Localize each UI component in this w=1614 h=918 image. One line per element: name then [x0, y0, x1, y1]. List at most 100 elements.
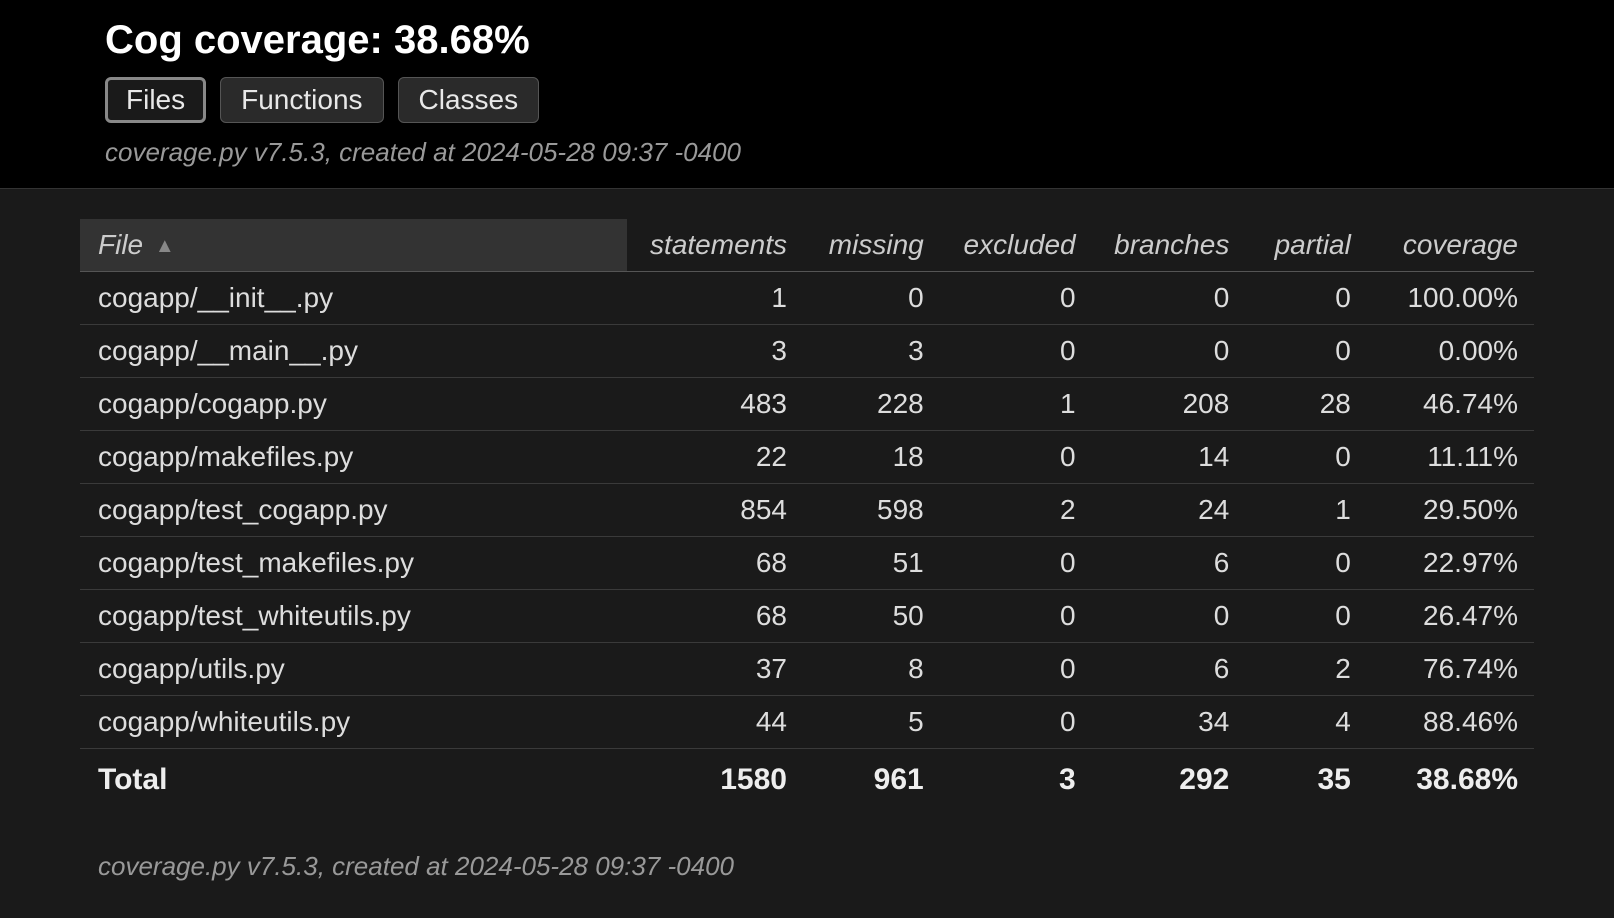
- statements-cell: 44: [627, 696, 803, 749]
- file-cell[interactable]: cogapp/test_cogapp.py: [80, 484, 627, 537]
- excluded-cell: 0: [940, 537, 1092, 590]
- excluded-cell: 1: [940, 378, 1092, 431]
- table-row: cogapp/cogapp.py48322812082846.74%: [80, 378, 1534, 431]
- statements-cell: 3: [627, 325, 803, 378]
- missing-cell: 50: [803, 590, 940, 643]
- file-link[interactable]: cogapp/__init__.py: [98, 282, 333, 313]
- file-link[interactable]: cogapp/utils.py: [98, 653, 285, 684]
- file-link[interactable]: cogapp/whiteutils.py: [98, 706, 350, 737]
- missing-cell: 0: [803, 272, 940, 325]
- statements-cell: 854: [627, 484, 803, 537]
- file-link[interactable]: cogapp/makefiles.py: [98, 441, 353, 472]
- branches-cell: 0: [1092, 325, 1246, 378]
- table-header-row: File ▲ statements missing excluded branc…: [80, 219, 1534, 272]
- total-label: Total: [80, 749, 627, 812]
- file-cell[interactable]: cogapp/whiteutils.py: [80, 696, 627, 749]
- coverage-cell: 29.50%: [1367, 484, 1534, 537]
- statements-cell: 68: [627, 537, 803, 590]
- file-link[interactable]: cogapp/test_makefiles.py: [98, 547, 414, 578]
- coverage-cell: 76.74%: [1367, 643, 1534, 696]
- missing-cell: 598: [803, 484, 940, 537]
- excluded-cell: 0: [940, 431, 1092, 484]
- footer-meta: coverage.py v7.5.3, created at 2024-05-2…: [80, 851, 1534, 882]
- statements-cell: 68: [627, 590, 803, 643]
- coverage-cell: 26.47%: [1367, 590, 1534, 643]
- excluded-cell: 0: [940, 590, 1092, 643]
- table-row: cogapp/__main__.py330000.00%: [80, 325, 1534, 378]
- sort-asc-icon: ▲: [155, 235, 175, 257]
- partial-cell: 2: [1245, 643, 1367, 696]
- partial-cell: 4: [1245, 696, 1367, 749]
- file-cell[interactable]: cogapp/test_makefiles.py: [80, 537, 627, 590]
- file-link[interactable]: cogapp/test_cogapp.py: [98, 494, 388, 525]
- col-header-file-label: File: [98, 229, 143, 260]
- col-header-branches[interactable]: branches: [1092, 219, 1246, 272]
- branches-cell: 6: [1092, 643, 1246, 696]
- col-header-missing[interactable]: missing: [803, 219, 940, 272]
- partial-cell: 28: [1245, 378, 1367, 431]
- header-meta: coverage.py v7.5.3, created at 2024-05-2…: [105, 137, 1509, 168]
- header: Cog coverage: 38.68% Files Functions Cla…: [0, 0, 1614, 189]
- table-row: cogapp/test_cogapp.py 854598224129.50%: [80, 484, 1534, 537]
- file-cell[interactable]: cogapp/test_whiteutils.py: [80, 590, 627, 643]
- coverage-cell: 0.00%: [1367, 325, 1534, 378]
- branches-cell: 34: [1092, 696, 1246, 749]
- total-row: Total 1580 961 3 292 35 38.68%: [80, 749, 1534, 812]
- file-link[interactable]: cogapp/__main__.py: [98, 335, 358, 366]
- coverage-cell: 88.46%: [1367, 696, 1534, 749]
- branches-cell: 6: [1092, 537, 1246, 590]
- file-cell[interactable]: cogapp/__main__.py: [80, 325, 627, 378]
- file-cell[interactable]: cogapp/cogapp.py: [80, 378, 627, 431]
- file-link[interactable]: cogapp/test_whiteutils.py: [98, 600, 411, 631]
- col-header-excluded[interactable]: excluded: [940, 219, 1092, 272]
- view-tabs: Files Functions Classes: [105, 77, 1509, 123]
- missing-cell: 3: [803, 325, 940, 378]
- missing-cell: 5: [803, 696, 940, 749]
- branches-cell: 0: [1092, 272, 1246, 325]
- col-header-statements[interactable]: statements: [627, 219, 803, 272]
- statements-cell: 22: [627, 431, 803, 484]
- table-row: cogapp/utils.py 37806276.74%: [80, 643, 1534, 696]
- partial-cell: 0: [1245, 431, 1367, 484]
- partial-cell: 0: [1245, 325, 1367, 378]
- statements-cell: 483: [627, 378, 803, 431]
- missing-cell: 51: [803, 537, 940, 590]
- tab-classes[interactable]: Classes: [398, 77, 540, 123]
- col-header-file[interactable]: File ▲: [80, 219, 627, 272]
- missing-cell: 228: [803, 378, 940, 431]
- total-statements: 1580: [627, 749, 803, 812]
- table-row: cogapp/test_makefiles.py685106022.97%: [80, 537, 1534, 590]
- branches-cell: 24: [1092, 484, 1246, 537]
- file-cell[interactable]: cogapp/makefiles.py: [80, 431, 627, 484]
- table-row: cogapp/__init__.py10000100.00%: [80, 272, 1534, 325]
- col-header-partial[interactable]: partial: [1245, 219, 1367, 272]
- coverage-cell: 22.97%: [1367, 537, 1534, 590]
- missing-cell: 18: [803, 431, 940, 484]
- branches-cell: 14: [1092, 431, 1246, 484]
- tab-functions[interactable]: Functions: [220, 77, 383, 123]
- total-coverage: 38.68%: [1367, 749, 1534, 812]
- file-link[interactable]: cogapp/cogapp.py: [98, 388, 327, 419]
- statements-cell: 37: [627, 643, 803, 696]
- partial-cell: 1: [1245, 484, 1367, 537]
- excluded-cell: 0: [940, 325, 1092, 378]
- table-row: cogapp/makefiles.py2218014011.11%: [80, 431, 1534, 484]
- excluded-cell: 2: [940, 484, 1092, 537]
- excluded-cell: 0: [940, 643, 1092, 696]
- table-row: cogapp/whiteutils.py 445034488.46%: [80, 696, 1534, 749]
- file-cell[interactable]: cogapp/utils.py: [80, 643, 627, 696]
- total-branches: 292: [1092, 749, 1246, 812]
- file-cell[interactable]: cogapp/__init__.py: [80, 272, 627, 325]
- excluded-cell: 0: [940, 272, 1092, 325]
- partial-cell: 0: [1245, 272, 1367, 325]
- missing-cell: 8: [803, 643, 940, 696]
- partial-cell: 0: [1245, 590, 1367, 643]
- excluded-cell: 0: [940, 696, 1092, 749]
- coverage-table: File ▲ statements missing excluded branc…: [80, 219, 1534, 811]
- page-title: Cog coverage: 38.68%: [105, 18, 1509, 63]
- branches-cell: 0: [1092, 590, 1246, 643]
- branches-cell: 208: [1092, 378, 1246, 431]
- table-row: cogapp/test_whiteutils.py685000026.47%: [80, 590, 1534, 643]
- col-header-coverage[interactable]: coverage: [1367, 219, 1534, 272]
- tab-files[interactable]: Files: [105, 77, 206, 123]
